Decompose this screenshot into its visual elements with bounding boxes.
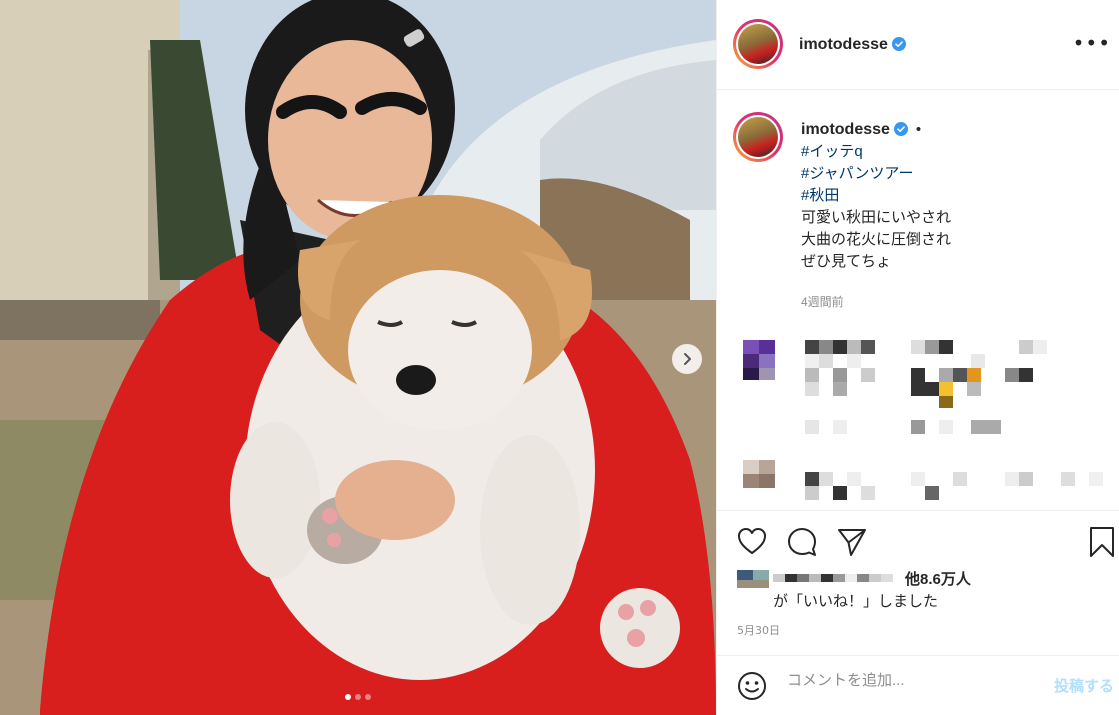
share-icon[interactable]	[837, 527, 867, 557]
more-options-icon[interactable]: •••	[1073, 33, 1111, 53]
comment-input[interactable]	[787, 672, 1027, 689]
likes-count[interactable]: 他8.6万人	[905, 568, 971, 589]
verified-badge-icon	[893, 122, 908, 136]
hashtag-link[interactable]: #秋田	[801, 185, 1101, 207]
hashtag-link[interactable]: #ジャパンツアー	[801, 163, 1101, 185]
liked-by-avatars-pixelated	[737, 570, 893, 588]
carousel-dot	[355, 694, 361, 700]
emoji-icon[interactable]	[737, 671, 767, 701]
relative-timestamp[interactable]: 4週間前	[801, 291, 1101, 313]
caption-text-line: 大曲の花火に圧倒され	[801, 231, 952, 248]
likes-text: が「いいね！」しました	[773, 593, 939, 610]
post-date[interactable]: 5月30日	[737, 622, 780, 638]
caption-text-line: 可愛い秋田にいやされ	[801, 209, 952, 226]
separator-dot: •	[915, 121, 922, 138]
header-username-row: imotodesse	[799, 34, 906, 54]
heart-icon[interactable]	[737, 527, 767, 555]
post-comment-button[interactable]: 投稿する	[1054, 675, 1114, 696]
comment-icon[interactable]	[787, 527, 817, 557]
caption-username-link[interactable]: imotodesse	[801, 121, 890, 138]
bookmark-icon[interactable]	[1089, 526, 1115, 558]
action-bar	[717, 510, 1119, 570]
post-photo[interactable]	[0, 0, 716, 715]
caption-text-line: ぜひ見てちょ	[801, 253, 892, 270]
add-comment-bar: 投稿する	[717, 655, 1119, 715]
caption-avatar[interactable]	[733, 112, 783, 162]
chevron-right-icon	[684, 353, 691, 365]
hashtag-link[interactable]: #イッテq	[801, 141, 1101, 163]
post-header: imotodesse •••	[717, 0, 1119, 90]
post-caption: imotodesse • #イッテq #ジャパンツアー #秋田 可愛い秋田にいや…	[801, 119, 1101, 313]
photo-illustration	[0, 0, 716, 715]
verified-badge-icon	[891, 37, 906, 51]
pixelated-comments	[743, 340, 1103, 500]
username-link[interactable]: imotodesse	[799, 36, 888, 53]
avatar[interactable]	[733, 19, 783, 69]
post-side-panel: imotodesse ••• imotodesse • #イッテq #ジャパンツ…	[716, 0, 1119, 715]
carousel-dot	[365, 694, 371, 700]
carousel-dot	[345, 694, 351, 700]
carousel-next-button[interactable]	[672, 344, 702, 374]
carousel-indicator	[0, 694, 716, 700]
